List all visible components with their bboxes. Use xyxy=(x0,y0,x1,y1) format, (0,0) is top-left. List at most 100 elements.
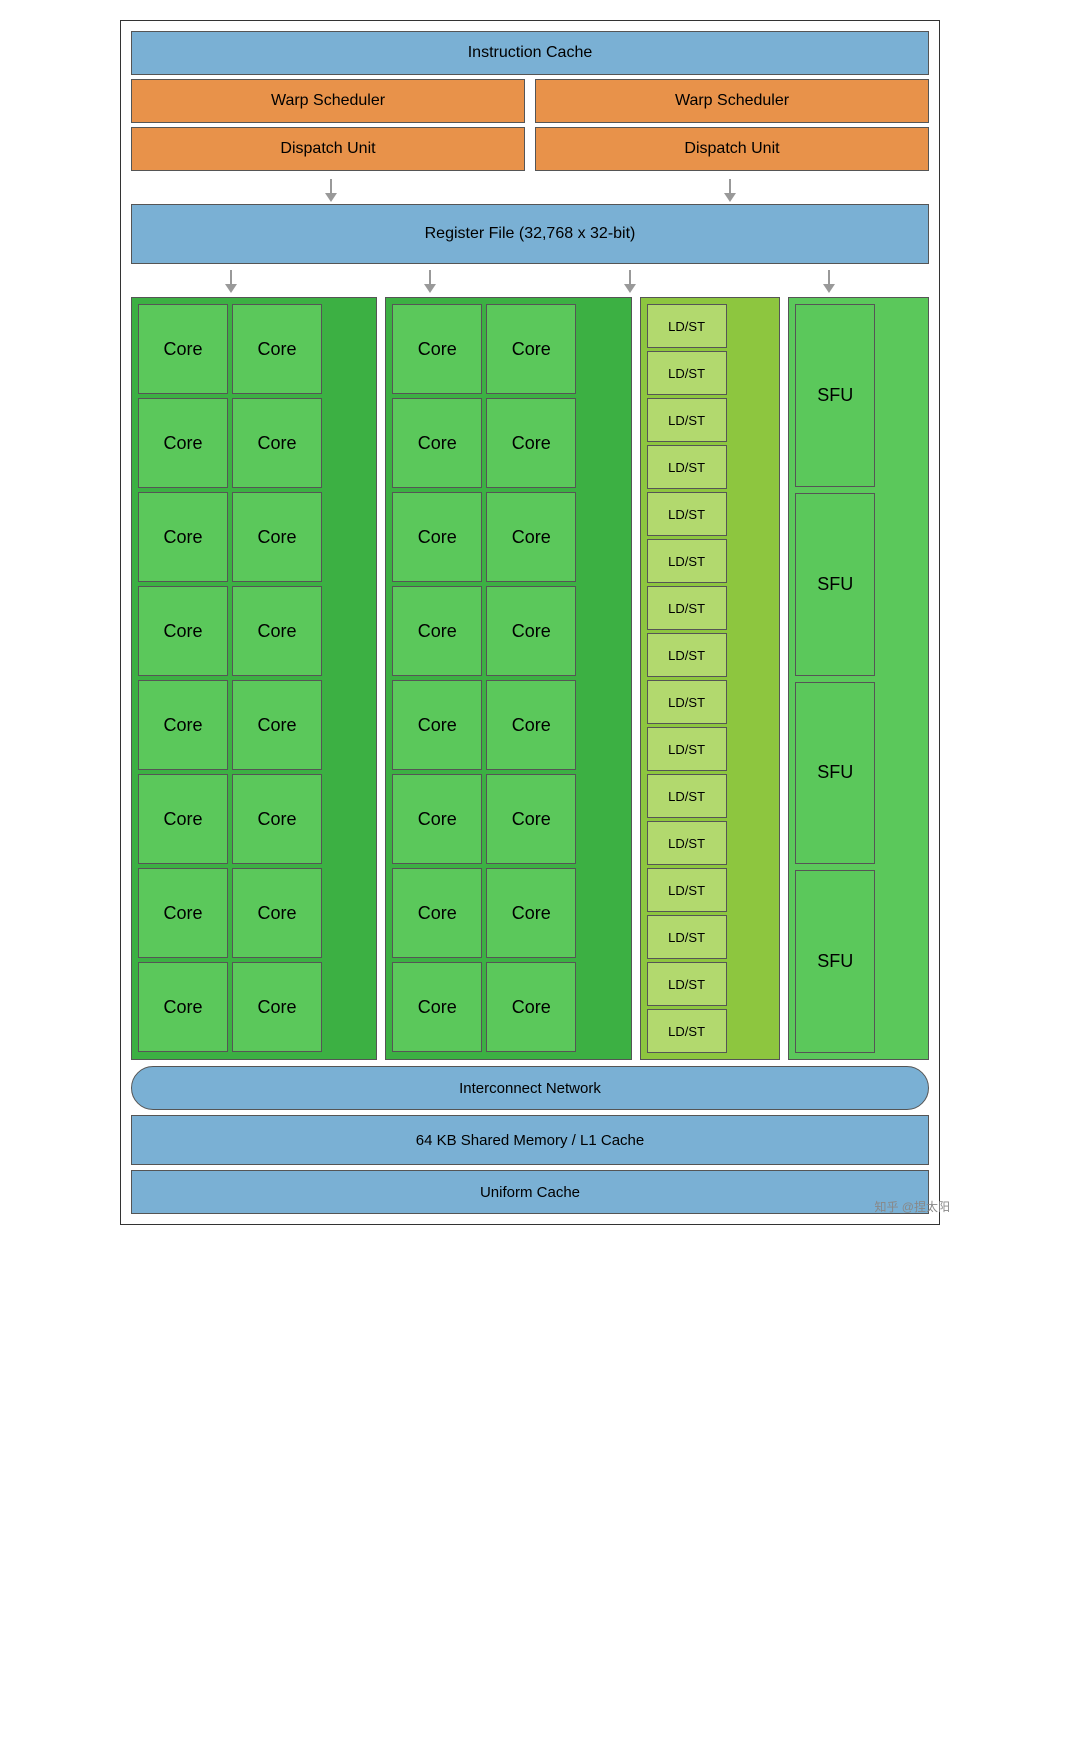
diagram-container: Instruction Cache Warp Scheduler Warp Sc… xyxy=(120,20,940,1225)
register-file-label: Register File (32,768 x 32-bit) xyxy=(425,225,636,243)
ldst-cell: LD/ST xyxy=(647,727,727,771)
sfu-cell-4: SFU xyxy=(795,870,875,1053)
warp-scheduler-1-block: Warp Scheduler xyxy=(131,79,525,123)
warp-row: Warp Scheduler Warp Scheduler xyxy=(131,79,929,123)
core-row-1-6: Core Core xyxy=(138,774,370,864)
interconnect-block: Interconnect Network xyxy=(131,1066,929,1110)
reg-arrow-3 xyxy=(624,270,636,293)
core-row-2-7: Core Core xyxy=(392,868,624,958)
watermark: 知乎 @捏太阳 xyxy=(874,1198,950,1215)
core-cell: Core xyxy=(392,962,482,1052)
core-row-1-1: Core Core xyxy=(138,304,370,394)
core-cell: Core xyxy=(138,398,228,488)
top-section: Instruction Cache Warp Scheduler Warp Sc… xyxy=(131,31,929,171)
core-cell: Core xyxy=(392,398,482,488)
core-cell: Core xyxy=(486,962,576,1052)
core-cell: Core xyxy=(486,586,576,676)
core-cell: Core xyxy=(232,492,322,582)
core-cell: Core xyxy=(232,962,322,1052)
ldst-cell: LD/ST xyxy=(647,586,727,630)
core-row-1-7: Core Core xyxy=(138,868,370,958)
register-arrows xyxy=(131,270,929,293)
dispatch-arrows xyxy=(131,177,929,204)
core-row-2-5: Core Core xyxy=(392,680,624,770)
core-cell: Core xyxy=(392,680,482,770)
core-cell: Core xyxy=(138,304,228,394)
shared-memory-label: 64 KB Shared Memory / L1 Cache xyxy=(416,1132,644,1149)
core-cell: Core xyxy=(392,586,482,676)
core-cell: Core xyxy=(232,680,322,770)
core-group-2: Core Core Core Core Core Core Core Core … xyxy=(385,297,631,1060)
core-row-2-8: Core Core xyxy=(392,962,624,1052)
ldst-cell: LD/ST xyxy=(647,633,727,677)
core-row-1-8: Core Core xyxy=(138,962,370,1052)
sfu-cell-3: SFU xyxy=(795,682,875,865)
ldst-cell: LD/ST xyxy=(647,774,727,818)
core-group-1: Core Core Core Core Core Core Core Core … xyxy=(131,297,377,1060)
core-row-1-5: Core Core xyxy=(138,680,370,770)
core-row-1-2: Core Core xyxy=(138,398,370,488)
uniform-cache-label: Uniform Cache xyxy=(480,1184,580,1201)
core-cell: Core xyxy=(392,868,482,958)
ldst-cell: LD/ST xyxy=(647,962,727,1006)
core-cell: Core xyxy=(232,586,322,676)
core-row-2-2: Core Core xyxy=(392,398,624,488)
ldst-cell: LD/ST xyxy=(647,539,727,583)
instruction-cache-label: Instruction Cache xyxy=(468,44,593,62)
diagram-wrapper: Instruction Cache Warp Scheduler Warp Sc… xyxy=(120,20,960,1225)
core-row-2-3: Core Core xyxy=(392,492,624,582)
shared-memory-block: 64 KB Shared Memory / L1 Cache xyxy=(131,1115,929,1165)
ldst-cell: LD/ST xyxy=(647,492,727,536)
reg-arrow-4 xyxy=(823,270,835,293)
warp-scheduler-2-label: Warp Scheduler xyxy=(675,92,789,110)
core-row-1-3: Core Core xyxy=(138,492,370,582)
reg-arrow-1 xyxy=(225,270,237,293)
core-cell: Core xyxy=(138,586,228,676)
cores-section: Core Core Core Core Core Core Core Core … xyxy=(131,297,929,1060)
core-cell: Core xyxy=(138,962,228,1052)
instruction-cache-block: Instruction Cache xyxy=(131,31,929,75)
sfu-cell-1: SFU xyxy=(795,304,875,487)
dispatch-unit-1-label: Dispatch Unit xyxy=(280,140,375,158)
core-cell: Core xyxy=(138,492,228,582)
arrow-2 xyxy=(724,179,736,202)
ldst-cell: LD/ST xyxy=(647,821,727,865)
dispatch-unit-2-label: Dispatch Unit xyxy=(684,140,779,158)
interconnect-label: Interconnect Network xyxy=(459,1080,601,1097)
reg-arrow-2 xyxy=(424,270,436,293)
core-cell: Core xyxy=(392,774,482,864)
ldst-cell: LD/ST xyxy=(647,304,727,348)
ldst-cell: LD/ST xyxy=(647,351,727,395)
warp-scheduler-1-label: Warp Scheduler xyxy=(271,92,385,110)
warp-scheduler-2-block: Warp Scheduler xyxy=(535,79,929,123)
core-cell: Core xyxy=(138,774,228,864)
sfu-cell-2: SFU xyxy=(795,493,875,676)
ldst-cell: LD/ST xyxy=(647,398,727,442)
ldst-cell: LD/ST xyxy=(647,915,727,959)
arrow-1 xyxy=(325,179,337,202)
core-cell: Core xyxy=(232,774,322,864)
watermark-text: 知乎 @捏太阳 xyxy=(874,1200,950,1214)
core-cell: Core xyxy=(138,868,228,958)
core-row-2-6: Core Core xyxy=(392,774,624,864)
core-cell: Core xyxy=(232,868,322,958)
core-cell: Core xyxy=(392,304,482,394)
dispatch-row: Dispatch Unit Dispatch Unit xyxy=(131,127,929,171)
dispatch-unit-1-block: Dispatch Unit xyxy=(131,127,525,171)
core-cell: Core xyxy=(486,680,576,770)
ldst-cell: LD/ST xyxy=(647,868,727,912)
core-cell: Core xyxy=(486,304,576,394)
ldst-group: LD/ST LD/ST LD/ST LD/ST LD/ST LD/ST LD/S… xyxy=(640,297,781,1060)
core-cell: Core xyxy=(138,680,228,770)
core-row-2-4: Core Core xyxy=(392,586,624,676)
core-row-2-1: Core Core xyxy=(392,304,624,394)
core-cell: Core xyxy=(486,774,576,864)
ldst-cell: LD/ST xyxy=(647,680,727,724)
uniform-cache-block: Uniform Cache xyxy=(131,1170,929,1214)
core-cell: Core xyxy=(392,492,482,582)
core-cell: Core xyxy=(486,868,576,958)
core-cell: Core xyxy=(232,398,322,488)
ldst-cell: LD/ST xyxy=(647,445,727,489)
ldst-cell: LD/ST xyxy=(647,1009,727,1053)
register-file-block: Register File (32,768 x 32-bit) xyxy=(131,204,929,264)
